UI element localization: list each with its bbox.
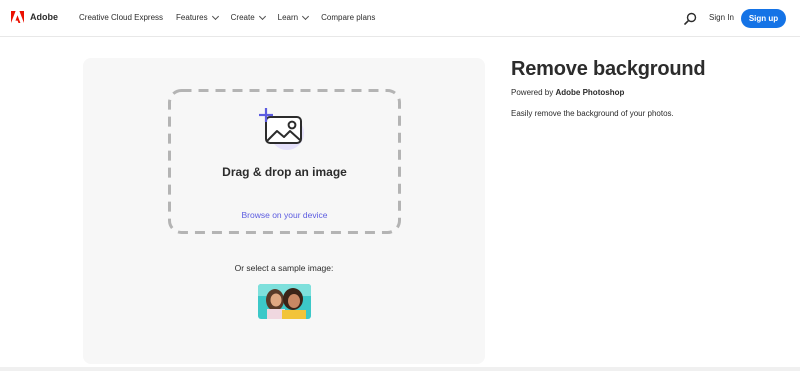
nav-item-features[interactable]: Features [176, 12, 219, 22]
powered-by-prefix: Powered by [511, 88, 556, 97]
nav-item-create[interactable]: Create [230, 12, 266, 22]
nav-item-label: Features [176, 13, 208, 22]
nav-item-creative-cloud-express[interactable]: Creative Cloud Express [79, 13, 163, 22]
sign-in-link[interactable]: Sign In [709, 13, 734, 22]
sample-image-label: Or select a sample image: [234, 263, 334, 273]
nav-item-learn[interactable]: Learn [277, 12, 310, 22]
nav-item-label: Creative Cloud Express [79, 13, 164, 22]
sign-up-button[interactable]: Sign up [741, 9, 786, 28]
drop-zone[interactable]: Drag & drop an image Browse on your devi… [168, 89, 401, 234]
top-navbar: Adobe Creative Cloud Express Features Cr… [0, 0, 800, 37]
nav-item-label: Create [230, 13, 255, 22]
chevron-down-icon [258, 12, 266, 20]
nav-item-label: Learn [277, 13, 299, 22]
page-title: Remove background [511, 58, 706, 80]
chevron-down-icon [211, 12, 219, 20]
sample-image-thumbnail[interactable] [258, 284, 311, 319]
brand-name: Adobe [30, 12, 58, 22]
powered-by-text: Powered by Adobe Photoshop [511, 88, 624, 97]
browse-device-link[interactable]: Browse on your device [168, 210, 401, 220]
chevron-down-icon [302, 12, 310, 20]
search-icon[interactable] [684, 12, 697, 25]
adobe-logo[interactable]: Adobe [11, 11, 58, 23]
nav-item-label: Compare plans [321, 13, 376, 22]
drop-zone-title: Drag & drop an image [222, 165, 347, 179]
adobe-logo-icon [11, 11, 24, 23]
nav-menu: Creative Cloud Express Features Create L… [79, 12, 388, 22]
page-bottom-edge [0, 367, 800, 371]
page-description: Easily remove the background of your pho… [511, 109, 674, 118]
add-image-icon [259, 108, 304, 150]
powered-by-product: Adobe Photoshop [555, 88, 625, 97]
nav-item-compare-plans[interactable]: Compare plans [321, 13, 375, 22]
upload-panel: Drag & drop an image Browse on your devi… [83, 58, 485, 364]
